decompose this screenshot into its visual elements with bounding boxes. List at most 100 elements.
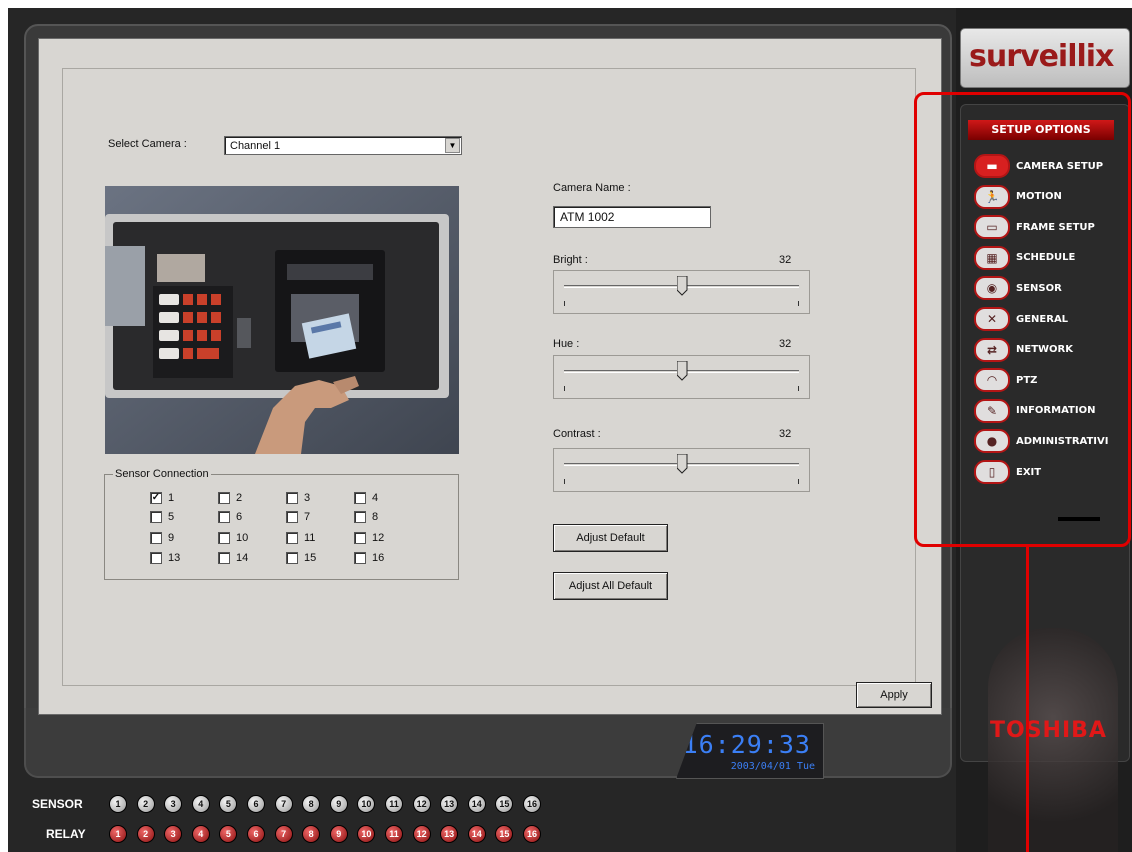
checkbox-label: 5 [168,511,175,523]
sensor-checkbox-10[interactable]: 10 [218,532,248,544]
adjust-default-button[interactable]: Adjust Default [553,524,668,552]
relay-indicator-12[interactable]: 12 [412,825,431,843]
contrast-value: 32 [779,428,792,440]
sensor-checkbox-5[interactable]: 5 [150,511,174,523]
checkbox-label: 1 [168,492,175,504]
adjust-all-default-button[interactable]: Adjust All Default [553,572,668,600]
dvr-application: Select Camera : Channel 1 ▼ Sensor Conne… [8,8,1132,852]
bright-slider[interactable] [553,270,810,314]
sensor-indicator-16[interactable]: 16 [523,795,541,813]
clock-display: 16:29:33 2003/04/01 Tue [676,723,824,779]
camera-name-input[interactable]: ATM 1002 [553,206,711,228]
checkbox-label: 9 [168,532,175,544]
slider-thumb[interactable] [677,361,688,381]
hue-value: 32 [779,338,792,350]
surveillix-logo: surveillix [960,28,1130,88]
checkbox-box[interactable] [286,511,298,523]
contrast-slider[interactable] [553,448,810,492]
relay-indicator-14[interactable]: 14 [467,825,486,843]
sensor-checkbox-9[interactable]: 9 [150,532,174,544]
sensor-checkbox-8[interactable]: 8 [354,511,378,523]
checkbox-box[interactable] [354,552,366,564]
checkbox-box[interactable]: ✓ [150,492,162,504]
sensor-indicator-4[interactable]: 4 [191,795,210,813]
relay-indicator-15[interactable]: 15 [495,825,514,843]
checkbox-box[interactable] [354,532,366,544]
checkbox-box[interactable] [354,492,366,504]
checkbox-box[interactable] [218,532,230,544]
slider-thumb[interactable] [677,276,688,296]
sensor-indicator-15[interactable]: 15 [495,795,514,813]
sensor-checkbox-13[interactable]: 13 [150,552,180,564]
relay-indicator-3[interactable]: 3 [164,825,183,843]
sensor-indicator-5[interactable]: 5 [219,795,238,813]
sensor-indicator-1[interactable]: 1 [109,795,127,813]
sensor-indicator-11[interactable]: 11 [385,795,403,813]
checkbox-box[interactable] [150,552,162,564]
sensor-checkbox-12[interactable]: 12 [354,532,384,544]
relay-indicator-8[interactable]: 8 [302,825,321,843]
sensor-indicator-8[interactable]: 8 [302,795,321,813]
sensor-checkbox-7[interactable]: 7 [286,511,310,523]
checkbox-box[interactable] [354,511,366,523]
relay-indicator-4[interactable]: 4 [191,825,210,843]
hue-slider[interactable] [553,355,810,399]
relay-indicator-16[interactable]: 16 [523,825,541,843]
checkbox-box[interactable] [286,532,298,544]
sensor-checkbox-16[interactable]: 16 [354,552,384,564]
highlight-annotation-box [914,92,1131,547]
checkbox-box[interactable] [218,552,230,564]
checkbox-box[interactable] [286,492,298,504]
checkbox-box[interactable] [286,552,298,564]
checkbox-box[interactable] [150,532,162,544]
atm-scene-illustration [105,186,459,454]
relay-row-label: RELAY [46,827,86,841]
relay-indicator-13[interactable]: 13 [440,825,459,843]
checkbox-label: 15 [304,552,317,564]
relay-indicator-6[interactable]: 6 [247,825,265,843]
checkbox-label: 11 [304,532,316,544]
slider-tick-min [564,479,565,484]
sensor-indicator-3[interactable]: 3 [164,795,183,813]
relay-indicator-9[interactable]: 9 [329,825,348,843]
apply-button[interactable]: Apply [856,682,932,708]
sensor-checkbox-4[interactable]: 4 [354,492,378,504]
slider-thumb[interactable] [677,454,688,474]
select-camera-dropdown[interactable]: Channel 1 ▼ [224,136,462,155]
sensor-checkbox-3[interactable]: 3 [286,492,310,504]
checkbox-label: 13 [168,552,181,564]
sensor-indicator-2[interactable]: 2 [136,795,155,813]
slider-tick-min [564,386,565,391]
sensor-indicator-14[interactable]: 14 [467,795,486,813]
hue-label: Hue : [553,338,580,350]
checkbox-label: 4 [372,492,379,504]
relay-indicator-7[interactable]: 7 [274,825,293,843]
sensor-checkbox-11[interactable]: 11 [286,532,315,544]
surveillix-logo-text: surveillix [969,39,1114,74]
relay-indicator-5[interactable]: 5 [219,825,238,843]
sensor-checkbox-15[interactable]: 15 [286,552,316,564]
sensor-indicator-7[interactable]: 7 [274,795,293,813]
sensor-indicator-12[interactable]: 12 [412,795,431,813]
sensor-indicator-9[interactable]: 9 [329,795,348,813]
checkbox-box[interactable] [218,492,230,504]
chevron-down-icon[interactable]: ▼ [445,138,460,153]
sensor-checkbox-2[interactable]: 2 [218,492,242,504]
sensor-indicator-13[interactable]: 13 [440,795,459,813]
relay-indicator-1[interactable]: 1 [109,825,127,843]
slider-tick-max [798,479,799,484]
relay-indicator-2[interactable]: 2 [136,825,155,843]
checkbox-box[interactable] [150,511,162,523]
sensor-checkbox-1[interactable]: ✓ 1 [150,492,174,504]
checkbox-label: 12 [372,532,385,544]
camera-preview-image [105,186,459,454]
sensor-checkbox-14[interactable]: 14 [218,552,248,564]
relay-indicator-10[interactable]: 10 [357,825,376,843]
sensor-indicator-10[interactable]: 10 [357,795,376,813]
sensor-indicator-6[interactable]: 6 [247,795,265,813]
highlight-annotation-line [1026,547,1029,852]
relay-indicator-11[interactable]: 11 [385,825,403,843]
sensor-checkbox-6[interactable]: 6 [218,511,242,523]
bright-label: Bright : [553,254,588,266]
checkbox-box[interactable] [218,511,230,523]
